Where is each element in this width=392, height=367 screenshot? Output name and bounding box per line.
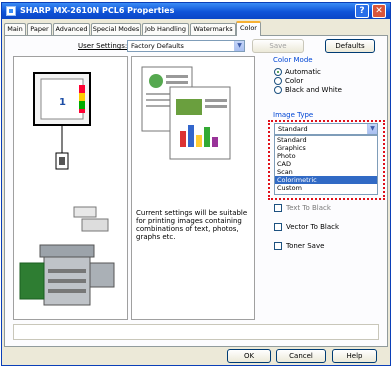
- ok-button[interactable]: OK: [227, 349, 271, 363]
- annotation-highlight-box: [268, 120, 385, 200]
- tab-paper[interactable]: Paper: [27, 23, 52, 35]
- printer-illustration: 1: [19, 72, 115, 306]
- radio-automatic[interactable]: [274, 68, 282, 76]
- color-tab-panel: User Settings: Factory Defaults ▼ Save D…: [4, 35, 388, 347]
- defaults-button[interactable]: Defaults: [325, 39, 375, 53]
- user-settings-value: Factory Defaults: [131, 42, 184, 50]
- document-preview-image: [141, 66, 231, 160]
- image-type-label: Image Type: [273, 111, 314, 119]
- save-button[interactable]: Save: [252, 39, 304, 53]
- help-button[interactable]: Help: [332, 349, 377, 363]
- close-button[interactable]: ✕: [372, 4, 386, 18]
- title-bar[interactable]: SHARP MX-2610N PCL6 Properties ? ✕: [2, 3, 390, 19]
- user-settings-label: User Settings:: [78, 42, 128, 50]
- image-preview-area: Current settings will be suitable for pr…: [131, 56, 255, 320]
- vector-to-black-checkbox[interactable]: [274, 223, 282, 231]
- vector-to-black-label: Vector To Black: [286, 223, 340, 231]
- tab-watermarks[interactable]: Watermarks: [190, 23, 236, 35]
- tab-special-modes[interactable]: Special Modes: [91, 23, 141, 35]
- chevron-down-icon[interactable]: ▼: [234, 41, 244, 51]
- tab-job-handling[interactable]: Job Handling: [142, 23, 189, 35]
- radio-color[interactable]: [274, 77, 282, 85]
- radio-automatic-label: Automatic: [285, 68, 321, 76]
- tab-main[interactable]: Main: [4, 23, 26, 35]
- toner-save-checkbox[interactable]: [274, 242, 282, 250]
- toner-save-label: Toner Save: [286, 242, 325, 250]
- properties-window: SHARP MX-2610N PCL6 Properties ? ✕ Main …: [1, 2, 391, 366]
- color-mode-label: Color Mode: [273, 56, 313, 64]
- help-titlebar-button[interactable]: ?: [355, 4, 369, 18]
- tab-color[interactable]: Color: [236, 21, 261, 36]
- radio-color-label: Color: [285, 77, 304, 85]
- settings-description: Current settings will be suitable for pr…: [136, 209, 248, 241]
- cancel-button[interactable]: Cancel: [276, 349, 326, 363]
- status-strip: [13, 324, 379, 340]
- machine-preview: 1: [13, 56, 128, 320]
- text-to-black-label: Text To Black: [286, 204, 331, 212]
- user-settings-dropdown[interactable]: Factory Defaults ▼: [127, 40, 245, 52]
- text-to-black-checkbox[interactable]: [274, 204, 282, 212]
- radio-black-and-white[interactable]: [274, 86, 282, 94]
- window-title: SHARP MX-2610N PCL6 Properties: [20, 6, 175, 15]
- tab-advanced[interactable]: Advanced: [53, 23, 90, 35]
- printer-app-icon: [6, 6, 16, 16]
- radio-black-and-white-label: Black and White: [285, 86, 342, 94]
- svg-text:1: 1: [59, 97, 66, 108]
